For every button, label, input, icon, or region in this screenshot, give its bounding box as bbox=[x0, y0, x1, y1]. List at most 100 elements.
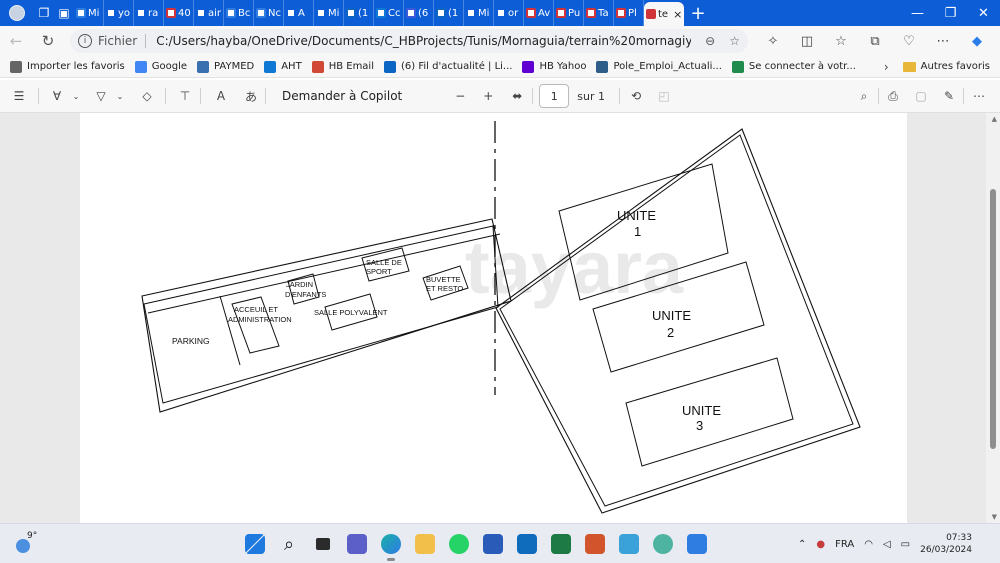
edge-button[interactable] bbox=[374, 524, 408, 563]
close-button[interactable]: ✕ bbox=[967, 0, 1000, 26]
word-button[interactable] bbox=[476, 524, 510, 563]
network-alert-icon[interactable]: ● bbox=[816, 539, 825, 550]
save-as-icon[interactable]: ✎ bbox=[935, 80, 963, 113]
save-icon[interactable]: ▢ bbox=[907, 80, 935, 113]
zoom-in-icon[interactable]: + bbox=[474, 80, 502, 113]
bookmark-item[interactable]: Se connecter à votr... bbox=[731, 60, 856, 73]
page-number-input[interactable]: 1 bbox=[539, 84, 570, 108]
address-bar[interactable]: i Fichier C:/Users/hayba/OneDrive/Docume… bbox=[70, 29, 748, 53]
app-button[interactable] bbox=[646, 524, 680, 563]
tab[interactable]: Av bbox=[524, 0, 554, 26]
tab[interactable]: Bc bbox=[224, 0, 254, 26]
profile-button[interactable] bbox=[0, 0, 34, 26]
bookmark-item[interactable]: Pole_Emploi_Actuali... bbox=[596, 60, 722, 73]
tab[interactable]: A bbox=[284, 0, 314, 26]
read-aloud-icon[interactable]: A bbox=[205, 80, 237, 113]
store-button[interactable] bbox=[612, 524, 646, 563]
refresh-button[interactable]: ↻ bbox=[32, 26, 64, 56]
tab[interactable]: Mi bbox=[74, 0, 104, 26]
battery-icon[interactable]: ▭ bbox=[901, 539, 910, 550]
tab[interactable]: Nc bbox=[254, 0, 284, 26]
excel-button[interactable] bbox=[544, 524, 578, 563]
powerpoint-button[interactable] bbox=[578, 524, 612, 563]
collections-icon[interactable]: ⧉ bbox=[858, 26, 892, 56]
tab[interactable]: yo bbox=[104, 0, 134, 26]
zoom-out-icon[interactable]: − bbox=[446, 80, 474, 113]
bookmark-item[interactable]: HB Email bbox=[311, 60, 374, 73]
extensions-icon[interactable]: ✧ bbox=[756, 26, 790, 56]
highlight-icon[interactable]: ∀ bbox=[45, 80, 69, 113]
tab-active[interactable]: te × bbox=[644, 2, 684, 26]
copilot-icon[interactable]: ◆ bbox=[960, 26, 994, 56]
back-button[interactable]: ← bbox=[0, 26, 32, 56]
tab[interactable]: (1 bbox=[344, 0, 374, 26]
more-options-icon[interactable]: ⋯ bbox=[964, 80, 994, 113]
browser-essentials-icon[interactable]: ♡ bbox=[892, 26, 926, 56]
language-indicator[interactable]: FRA bbox=[835, 539, 854, 550]
tab[interactable]: Ta bbox=[584, 0, 614, 26]
workspaces-icon[interactable]: ❐ bbox=[34, 0, 54, 26]
tab[interactable]: Mi bbox=[464, 0, 494, 26]
bookmark-item[interactable]: PAYMED bbox=[197, 60, 254, 73]
more-menu-icon[interactable]: ⋯ bbox=[926, 26, 960, 56]
ask-copilot-button[interactable]: Demander à Copilot bbox=[282, 89, 402, 103]
bookmark-item[interactable]: AHT bbox=[264, 60, 302, 73]
restore-button[interactable]: ❐ bbox=[934, 0, 967, 26]
tab[interactable]: or bbox=[494, 0, 524, 26]
contents-icon[interactable]: ☰ bbox=[0, 80, 38, 113]
fit-page-icon[interactable]: ⬌ bbox=[502, 80, 532, 113]
scroll-up-icon[interactable]: ▲ bbox=[992, 115, 997, 123]
file-explorer-button[interactable] bbox=[408, 524, 442, 563]
url-text[interactable]: C:/Users/hayba/OneDrive/Documents/C_HBPr… bbox=[156, 34, 691, 48]
tab[interactable]: Cc bbox=[374, 0, 404, 26]
vertical-scrollbar[interactable]: ▲ ▼ bbox=[986, 113, 1000, 523]
info-icon[interactable]: i bbox=[78, 34, 92, 48]
print-icon[interactable]: ⎙ bbox=[879, 80, 907, 113]
clock[interactable]: 07:33 26/03/2024 bbox=[920, 532, 972, 556]
page-view-icon[interactable]: ◰ bbox=[650, 80, 678, 113]
tab-close-icon[interactable]: × bbox=[673, 8, 682, 21]
favorite-star-icon[interactable]: ☆ bbox=[729, 34, 740, 48]
eraser-icon[interactable]: ◇ bbox=[133, 80, 161, 113]
tab-actions-icon[interactable]: ▣ bbox=[54, 0, 74, 26]
favorites-icon[interactable]: ☆ bbox=[824, 26, 858, 56]
tab[interactable]: air bbox=[194, 0, 224, 26]
bookmark-item[interactable]: (6) Fil d'actualité | Li... bbox=[384, 60, 512, 73]
split-screen-icon[interactable]: ◫ bbox=[790, 26, 824, 56]
chevron-up-icon[interactable]: ⌃ bbox=[798, 539, 806, 550]
teams-button[interactable] bbox=[340, 524, 374, 563]
whatsapp-button[interactable] bbox=[442, 524, 476, 563]
pdf-page[interactable]: tayara PARKING ACCEUIL ET ADMINISTRATION… bbox=[80, 113, 907, 523]
weather-widget[interactable]: 9° bbox=[12, 529, 52, 559]
bookmark-item[interactable]: Google bbox=[134, 60, 187, 73]
start-button[interactable] bbox=[238, 524, 272, 563]
rotate-icon[interactable]: ⟲ bbox=[622, 80, 650, 113]
tab[interactable]: Pl bbox=[614, 0, 644, 26]
text-box-icon[interactable]: ⊤ bbox=[170, 80, 200, 113]
search-button[interactable]: ⌕ bbox=[272, 524, 306, 563]
bookmark-item[interactable]: HB Yahoo bbox=[522, 60, 586, 73]
bookmark-item[interactable]: Importer les favoris bbox=[10, 60, 125, 73]
tab[interactable]: (6 bbox=[404, 0, 434, 26]
task-view-button[interactable] bbox=[306, 524, 340, 563]
volume-icon[interactable]: ◁ bbox=[883, 539, 891, 550]
minimize-button[interactable]: — bbox=[901, 0, 934, 26]
bookmarks-folder[interactable]: Autres favoris bbox=[902, 61, 990, 72]
scroll-down-icon[interactable]: ▼ bbox=[992, 513, 997, 521]
tab[interactable]: (1 bbox=[434, 0, 464, 26]
tab[interactable]: Mi bbox=[314, 0, 344, 26]
translate-icon[interactable]: あ bbox=[237, 80, 265, 113]
chevron-right-icon[interactable]: › bbox=[884, 60, 889, 74]
tab[interactable]: ra bbox=[134, 0, 164, 26]
outlook-button[interactable] bbox=[510, 524, 544, 563]
wifi-icon[interactable]: ◠ bbox=[864, 539, 873, 550]
search-icon[interactable]: ⌕ bbox=[850, 80, 878, 113]
draw-icon[interactable]: ▽ bbox=[89, 80, 113, 113]
app-button-2[interactable] bbox=[680, 524, 714, 563]
tab[interactable]: Pu bbox=[554, 0, 584, 26]
tab[interactable]: 40 bbox=[164, 0, 194, 26]
chevron-down-icon[interactable]: ⌄ bbox=[113, 80, 127, 113]
scroll-thumb[interactable] bbox=[990, 189, 996, 449]
chevron-down-icon[interactable]: ⌄ bbox=[69, 80, 83, 113]
new-tab-button[interactable]: + bbox=[684, 0, 712, 26]
